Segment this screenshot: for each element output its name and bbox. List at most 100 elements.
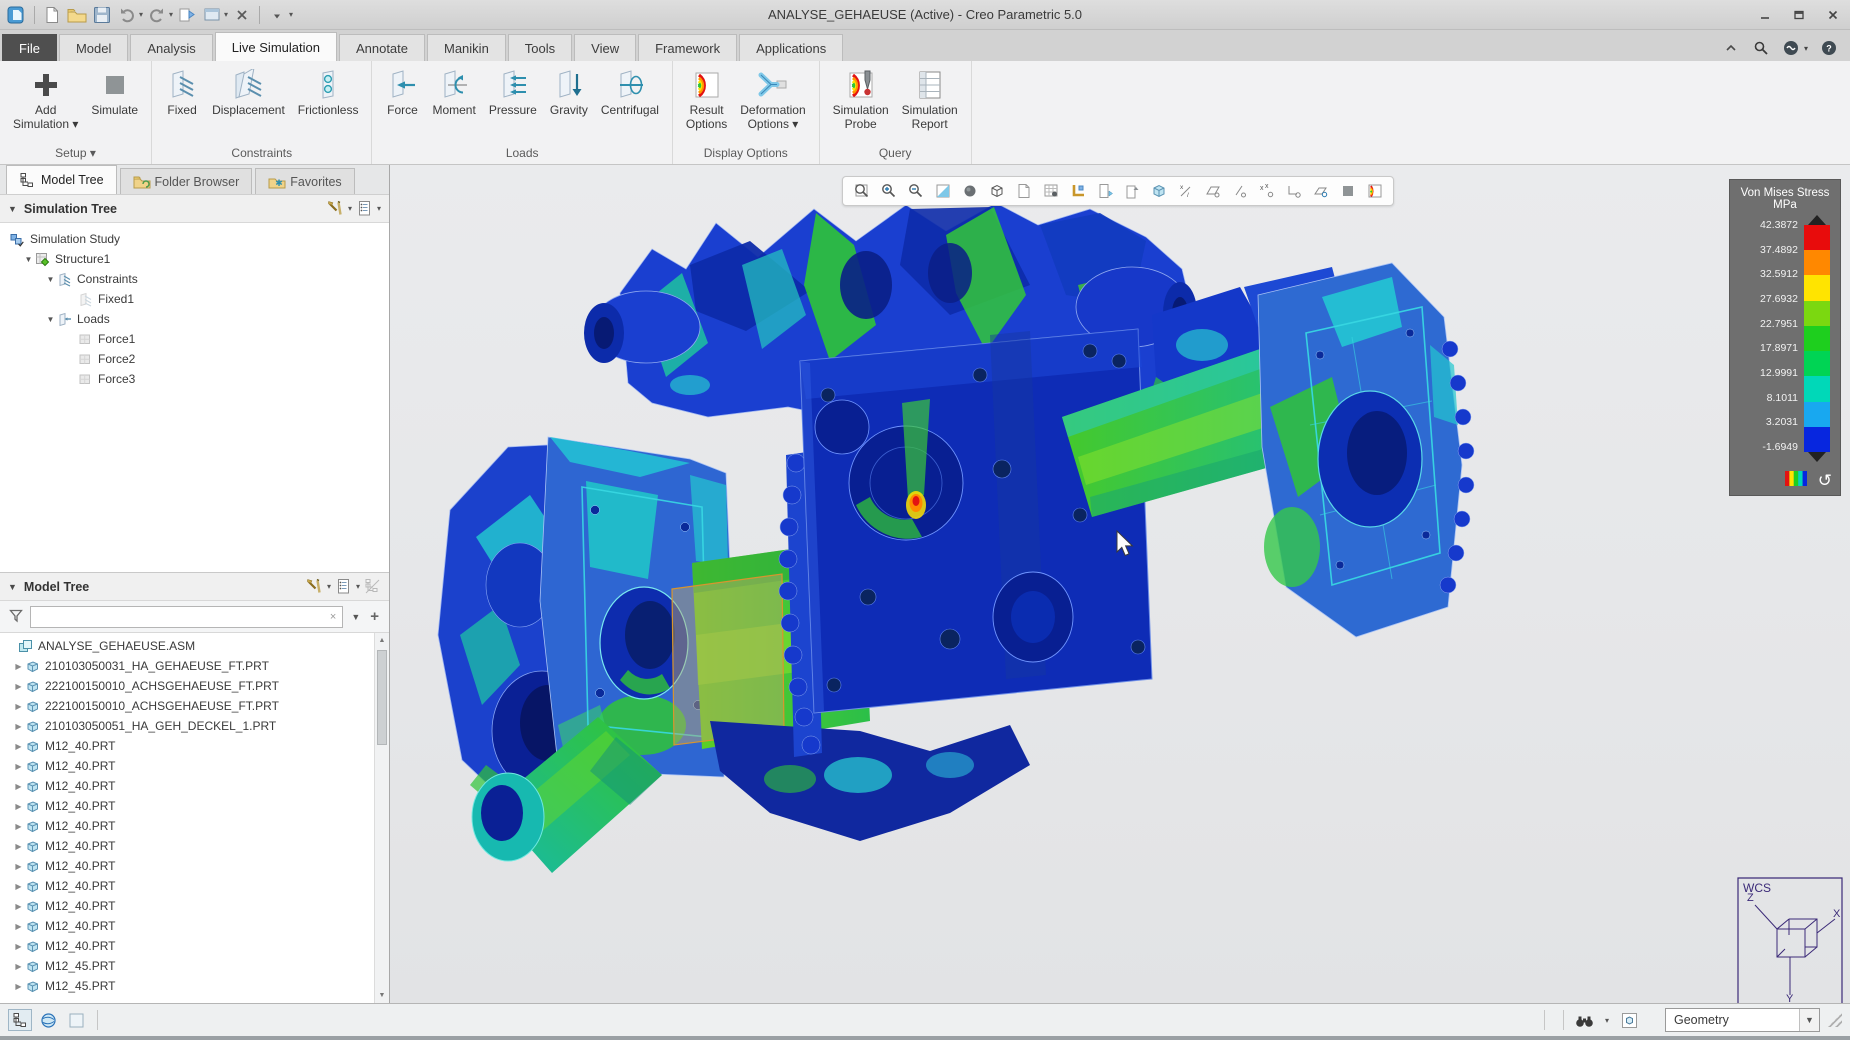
- community-dropdown-icon[interactable]: ▾: [1804, 44, 1808, 53]
- pressure-button[interactable]: Pressure: [484, 66, 542, 118]
- model-tree-item[interactable]: ▶M12_40.PRT: [0, 776, 389, 796]
- point-display-icon[interactable]: [1227, 179, 1252, 203]
- tree-settings-icon[interactable]: [327, 200, 344, 217]
- tree-settings-dropdown-icon[interactable]: ▾: [348, 204, 352, 213]
- redo-dropdown-icon[interactable]: ▾: [169, 10, 173, 19]
- model-tree-item[interactable]: ▶M12_45.PRT: [0, 976, 389, 996]
- plane-display-icon[interactable]: [1200, 179, 1225, 203]
- tree-display-icon[interactable]: [335, 578, 352, 595]
- active-window-icon[interactable]: [201, 4, 223, 26]
- refit-icon[interactable]: [849, 179, 874, 203]
- tree-settings-icon[interactable]: [306, 578, 323, 595]
- tab-analysis[interactable]: Analysis: [130, 34, 212, 61]
- group-label-display-options[interactable]: Display Options: [673, 144, 819, 164]
- tree-item-fixed1[interactable]: Fixed1: [0, 289, 389, 309]
- regenerate-icon[interactable]: [176, 4, 198, 26]
- annotations-icon[interactable]: [1092, 179, 1117, 203]
- scrollbar-thumb[interactable]: [377, 650, 387, 745]
- add-simulation-button[interactable]: AddSimulation ▾: [8, 66, 83, 132]
- tab-tools[interactable]: Tools: [508, 34, 572, 61]
- model-tree-item[interactable]: ▶M12_40.PRT: [0, 796, 389, 816]
- expander-icon[interactable]: ▶: [12, 982, 25, 991]
- expander-icon[interactable]: ▶: [12, 742, 25, 751]
- model-tree-item[interactable]: ▶M12_40.PRT: [0, 736, 389, 756]
- section-icon[interactable]: [1119, 179, 1144, 203]
- customize-icon[interactable]: [266, 4, 288, 26]
- model-tree-item[interactable]: ▶M12_40.PRT: [0, 936, 389, 956]
- legend-min-arrow-icon[interactable]: [1808, 452, 1826, 462]
- legend-reset-icon[interactable]: ↺: [1818, 472, 1832, 489]
- close-window-icon[interactable]: [231, 4, 253, 26]
- expander-icon[interactable]: ▶: [12, 862, 25, 871]
- redo-icon[interactable]: [146, 4, 168, 26]
- expander-icon[interactable]: ▶: [12, 662, 25, 671]
- result-options-button[interactable]: ResultOptions: [681, 66, 732, 132]
- customize-dropdown-icon[interactable]: ▾: [289, 10, 293, 19]
- undo-dropdown-icon[interactable]: ▾: [139, 10, 143, 19]
- model-tree-item[interactable]: ▶M12_40.PRT: [0, 816, 389, 836]
- binoculars-icon[interactable]: [1573, 1009, 1597, 1031]
- group-label-loads[interactable]: Loads: [372, 144, 671, 164]
- app-logo-icon[interactable]: [6, 4, 28, 26]
- tab-framework[interactable]: Framework: [638, 34, 737, 61]
- tree-item-force1[interactable]: Force1: [0, 329, 389, 349]
- group-label-constraints[interactable]: Constraints: [152, 144, 371, 164]
- shading-icon[interactable]: [957, 179, 982, 203]
- expander-icon[interactable]: ▶: [12, 762, 25, 771]
- model-tree-item[interactable]: ▶222100150010_ACHSGEHAEUSE_FT.PRT: [0, 696, 389, 716]
- tab-manikin[interactable]: Manikin: [427, 34, 506, 61]
- expander-icon[interactable]: ▶: [12, 942, 25, 951]
- expander-icon[interactable]: ▶: [12, 842, 25, 851]
- panel-tab-folder-browser[interactable]: Folder Browser: [120, 168, 253, 194]
- selection-filter-arrow-icon[interactable]: ▼: [1799, 1009, 1819, 1031]
- model-tree-item[interactable]: ▶M12_40.PRT: [0, 836, 389, 856]
- tree-columns-icon[interactable]: [364, 578, 381, 595]
- expander-icon[interactable]: ▼: [44, 315, 57, 324]
- search-options-dropdown-icon[interactable]: ▼: [348, 612, 363, 622]
- clear-search-icon[interactable]: ×: [328, 611, 338, 623]
- collapse-ribbon-icon[interactable]: [1722, 39, 1740, 57]
- tree-item-simulation-study[interactable]: Simulation Study: [0, 229, 389, 249]
- tree-item-loads[interactable]: ▼Loads: [0, 309, 389, 329]
- collapse-simulation-tree-icon[interactable]: ▼: [8, 204, 17, 214]
- tree-display-icon[interactable]: [356, 200, 373, 217]
- csys-display-icon[interactable]: xx: [1254, 179, 1279, 203]
- tree-item-force2[interactable]: Force2: [0, 349, 389, 369]
- expander-icon[interactable]: ▶: [12, 722, 25, 731]
- expander-icon[interactable]: ▶: [12, 802, 25, 811]
- binoculars-dropdown-icon[interactable]: ▾: [1605, 1016, 1609, 1025]
- web-icon[interactable]: [36, 1009, 60, 1031]
- stress-model-view[interactable]: [390, 165, 1850, 1003]
- expander-icon[interactable]: ▼: [44, 275, 57, 284]
- expander-icon[interactable]: ▼: [22, 255, 35, 264]
- shade-box-icon[interactable]: [1335, 179, 1360, 203]
- model-tree-item[interactable]: ▶M12_40.PRT: [0, 896, 389, 916]
- close-icon[interactable]: [1816, 3, 1850, 27]
- search-icon[interactable]: [1752, 39, 1770, 57]
- panel-tab-model-tree[interactable]: Model Tree: [6, 165, 117, 194]
- tab-live-simulation[interactable]: Live Simulation: [215, 32, 337, 61]
- scroll-up-icon[interactable]: ▲: [375, 633, 389, 648]
- community-icon[interactable]: [1782, 39, 1800, 57]
- tree-display-dropdown-icon[interactable]: ▾: [356, 582, 360, 591]
- fixed-button[interactable]: Fixed: [160, 66, 204, 118]
- model-box-icon[interactable]: [1617, 1009, 1641, 1031]
- model-tree-item[interactable]: ▶M12_40.PRT: [0, 856, 389, 876]
- simulation-probe-button[interactable]: SimulationProbe: [828, 66, 894, 132]
- group-label-query[interactable]: Query: [820, 144, 971, 164]
- tree-item-constraints[interactable]: ▼Constraints: [0, 269, 389, 289]
- expander-icon[interactable]: ▶: [12, 902, 25, 911]
- force-button[interactable]: Force: [380, 66, 424, 118]
- add-filter-icon[interactable]: +: [368, 608, 381, 625]
- zoom-in-icon[interactable]: [876, 179, 901, 203]
- zoom-out-icon[interactable]: [903, 179, 928, 203]
- model-tree-item[interactable]: ▶M12_40.PRT: [0, 916, 389, 936]
- blank-box-icon[interactable]: [64, 1009, 88, 1031]
- new-file-icon[interactable]: [41, 4, 63, 26]
- model-tree-item[interactable]: ▶222100150010_ACHSGEHAEUSE_FT.PRT: [0, 676, 389, 696]
- graphics-area[interactable]: x/xx Von Mises Stress MPa 42.387237.4892…: [390, 165, 1850, 1003]
- tab-view[interactable]: View: [574, 34, 636, 61]
- legend-color-bar[interactable]: [1804, 225, 1830, 452]
- tab-model[interactable]: Model: [59, 34, 128, 61]
- saved-views-icon[interactable]: [1011, 179, 1036, 203]
